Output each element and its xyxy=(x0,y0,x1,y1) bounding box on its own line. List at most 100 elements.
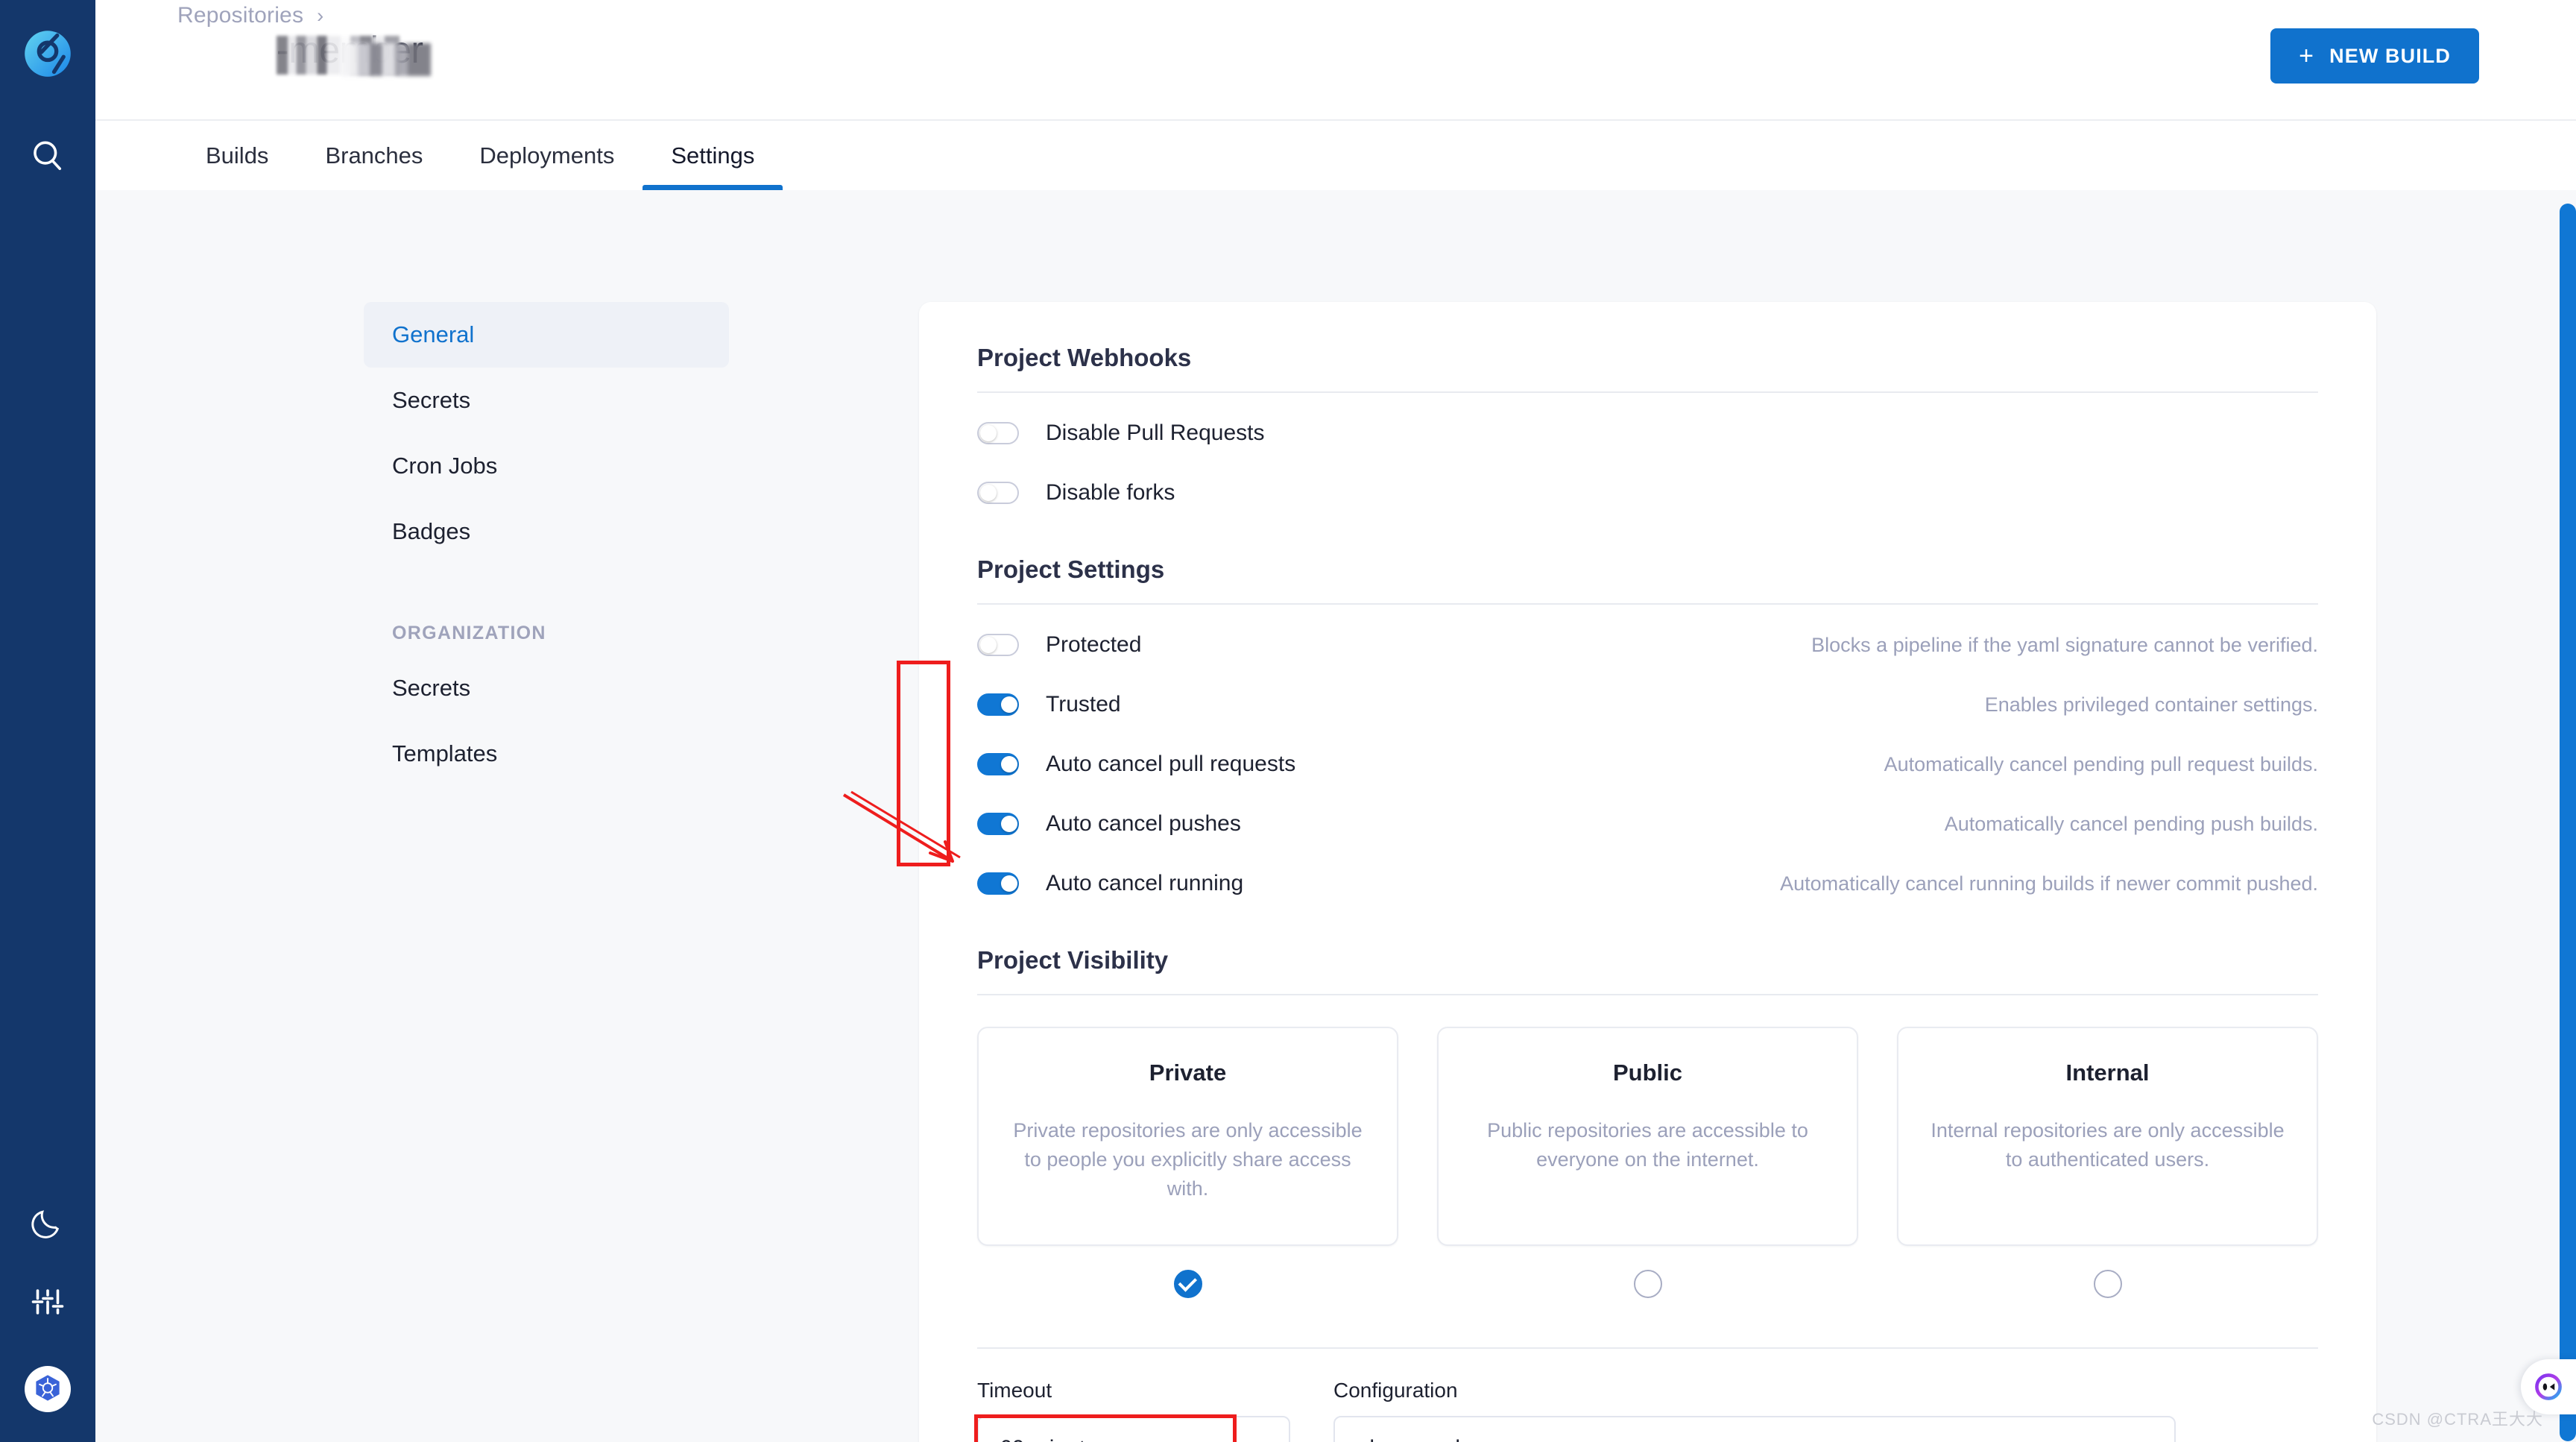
sidebar-item-org-secrets[interactable]: Secrets xyxy=(364,655,729,721)
tab-deployments[interactable]: Deployments xyxy=(451,121,643,190)
chat-bot-icon xyxy=(2535,1373,2562,1400)
timeout-select[interactable]: 60 minutes xyxy=(977,1416,1290,1442)
visibility-radio-cell-public xyxy=(1437,1270,1858,1298)
annotation-box-toggles xyxy=(897,661,950,866)
setting-row-trusted: Trusted Enables privileged container set… xyxy=(977,684,2318,725)
visibility-desc-private: Private repositories are only accessible… xyxy=(1013,1119,1363,1200)
visibility-card-grid: Private Private repositories are only ac… xyxy=(977,1027,2318,1246)
toggle-disable-pull-requests[interactable] xyxy=(977,422,1019,444)
section-title-project-visibility: Project Visibility xyxy=(977,946,1169,974)
setting-row-auto-cancel-pull-requests: Auto cancel pull requests Automatically … xyxy=(977,743,2318,785)
watermark: CSDN @CTRA王大大 xyxy=(2372,1410,2543,1429)
configuration-input[interactable]: .drone.yml xyxy=(1333,1416,2176,1442)
sidebar-group-organization: ORGANIZATION xyxy=(392,622,546,643)
visibility-radio-group xyxy=(977,1270,2318,1298)
sliders-icon[interactable] xyxy=(30,1284,66,1320)
radio-internal[interactable] xyxy=(2093,1270,2122,1298)
label-disable-forks: Disable forks xyxy=(1046,480,1175,505)
visibility-radio-cell-internal xyxy=(1897,1270,2318,1298)
kubernetes-logo-icon[interactable] xyxy=(25,1366,71,1412)
settings-body: General Secrets Cron Jobs Badges ORGANIZ… xyxy=(95,190,2576,1442)
toggle-protected[interactable] xyxy=(977,634,1019,656)
toggle-knob xyxy=(1001,756,1017,772)
label-disable-pull-requests: Disable Pull Requests xyxy=(1046,421,1265,445)
toggle-knob xyxy=(1001,816,1017,832)
setting-row-protected: Protected Blocks a pipeline if the yaml … xyxy=(977,624,2318,666)
desc-trusted: Enables privileged container settings. xyxy=(1984,693,2318,716)
section-divider xyxy=(977,994,2318,995)
chevron-right-icon: › xyxy=(317,4,324,27)
desc-auto-cancel-pushes: Automatically cancel pending push builds… xyxy=(1944,812,2318,835)
tab-settings[interactable]: Settings xyxy=(643,121,783,190)
sidebar-item-cron-jobs[interactable]: Cron Jobs xyxy=(364,433,729,499)
visibility-card-private[interactable]: Private Private repositories are only ac… xyxy=(977,1027,1398,1246)
moon-icon[interactable] xyxy=(30,1203,66,1239)
visibility-radio-cell-private xyxy=(977,1270,1398,1298)
toggle-disable-forks[interactable] xyxy=(977,482,1019,504)
setting-row-disable-pull-requests: Disable Pull Requests xyxy=(977,412,2318,454)
toggle-auto-cancel-pushes[interactable] xyxy=(977,813,1019,835)
drone-logo-icon[interactable] xyxy=(22,28,73,79)
redacted-title-overlay-2 xyxy=(341,43,431,76)
section-title-project-settings: Project Settings xyxy=(977,555,1165,583)
breadcrumb-repositories-link[interactable]: Repositories xyxy=(177,3,303,28)
label-protected: Protected xyxy=(1046,632,1142,657)
form-divider xyxy=(977,1347,2318,1349)
search-icon[interactable] xyxy=(28,137,67,176)
toggle-trusted[interactable] xyxy=(977,693,1019,716)
radio-public[interactable] xyxy=(1633,1270,1662,1298)
visibility-desc-public: Public repositories are accessible to ev… xyxy=(1487,1119,1808,1171)
new-build-label: NEW BUILD xyxy=(2329,44,2451,67)
tab-builds[interactable]: Builds xyxy=(177,121,297,190)
toggle-auto-cancel-running[interactable] xyxy=(977,872,1019,895)
settings-form-row: Timeout 60 minutes Configuration .drone.… xyxy=(974,1379,2318,1442)
sidebar-item-secrets[interactable]: Secrets xyxy=(364,368,729,433)
configuration-value: .drone.yml xyxy=(1356,1436,1460,1442)
visibility-card-public[interactable]: Public Public repositories are accessibl… xyxy=(1437,1027,1858,1246)
sidebar-item-general[interactable]: General xyxy=(364,302,729,368)
new-build-button[interactable]: + NEW BUILD xyxy=(2270,28,2479,84)
toggle-knob xyxy=(980,425,997,441)
setting-row-auto-cancel-pushes: Auto cancel pushes Automatically cancel … xyxy=(977,803,2318,845)
app-root: Repositories › -member + NEW BUILD Build… xyxy=(0,0,2576,1442)
page-header: Repositories › -member + NEW BUILD xyxy=(95,0,2576,119)
label-auto-cancel-pull-requests: Auto cancel pull requests xyxy=(1046,752,1296,776)
desc-auto-cancel-running: Automatically cancel running builds if n… xyxy=(1780,872,2318,895)
plus-icon: + xyxy=(2299,42,2315,70)
rail-bottom-group xyxy=(0,1203,95,1442)
visibility-title-internal: Internal xyxy=(2065,1060,2150,1086)
visibility-title-private: Private xyxy=(1149,1060,1227,1086)
label-auto-cancel-pushes: Auto cancel pushes xyxy=(1046,811,1241,836)
visibility-card-internal[interactable]: Internal Internal repositories are only … xyxy=(1897,1027,2318,1246)
section-divider xyxy=(977,603,2318,605)
setting-row-disable-forks: Disable forks xyxy=(977,472,2318,514)
repo-tabbar: Builds Branches Deployments Settings xyxy=(95,119,2576,190)
desc-auto-cancel-pull-requests: Automatically cancel pending pull reques… xyxy=(1884,752,2318,775)
toggle-knob xyxy=(1001,875,1017,892)
setting-row-auto-cancel-running: Auto cancel running Automatically cancel… xyxy=(977,863,2318,904)
sidebar-item-badges[interactable]: Badges xyxy=(364,499,729,564)
field-configuration: Configuration .drone.yml xyxy=(1333,1379,2176,1442)
left-rail xyxy=(0,0,95,1442)
label-trusted: Trusted xyxy=(1046,692,1121,717)
toggle-knob xyxy=(980,485,997,501)
label-auto-cancel-running: Auto cancel running xyxy=(1046,871,1244,895)
visibility-desc-internal: Internal repositories are only accessibl… xyxy=(1931,1119,2285,1171)
toggle-knob xyxy=(1001,696,1017,713)
desc-protected: Blocks a pipeline if the yaml signature … xyxy=(1811,633,2318,656)
sidebar-item-org-templates[interactable]: Templates xyxy=(364,721,729,787)
toggle-auto-cancel-pull-requests[interactable] xyxy=(977,753,1019,775)
section-title-webhooks: Project Webhooks xyxy=(977,344,1192,371)
page-scrollbar[interactable] xyxy=(2560,204,2576,1441)
radio-private[interactable] xyxy=(1173,1270,1202,1298)
visibility-title-public: Public xyxy=(1612,1060,1682,1086)
settings-sidebar: General Secrets Cron Jobs Badges ORGANIZ… xyxy=(364,302,729,787)
tab-branches[interactable]: Branches xyxy=(297,121,451,190)
toggle-knob xyxy=(980,637,997,653)
label-configuration: Configuration xyxy=(1333,1379,1458,1402)
field-timeout: Timeout 60 minutes xyxy=(977,1379,1290,1442)
chevron-down-icon xyxy=(1244,1435,1268,1442)
settings-card: Project Webhooks Disable Pull Requests D… xyxy=(897,302,2376,1442)
section-divider xyxy=(977,391,2318,393)
